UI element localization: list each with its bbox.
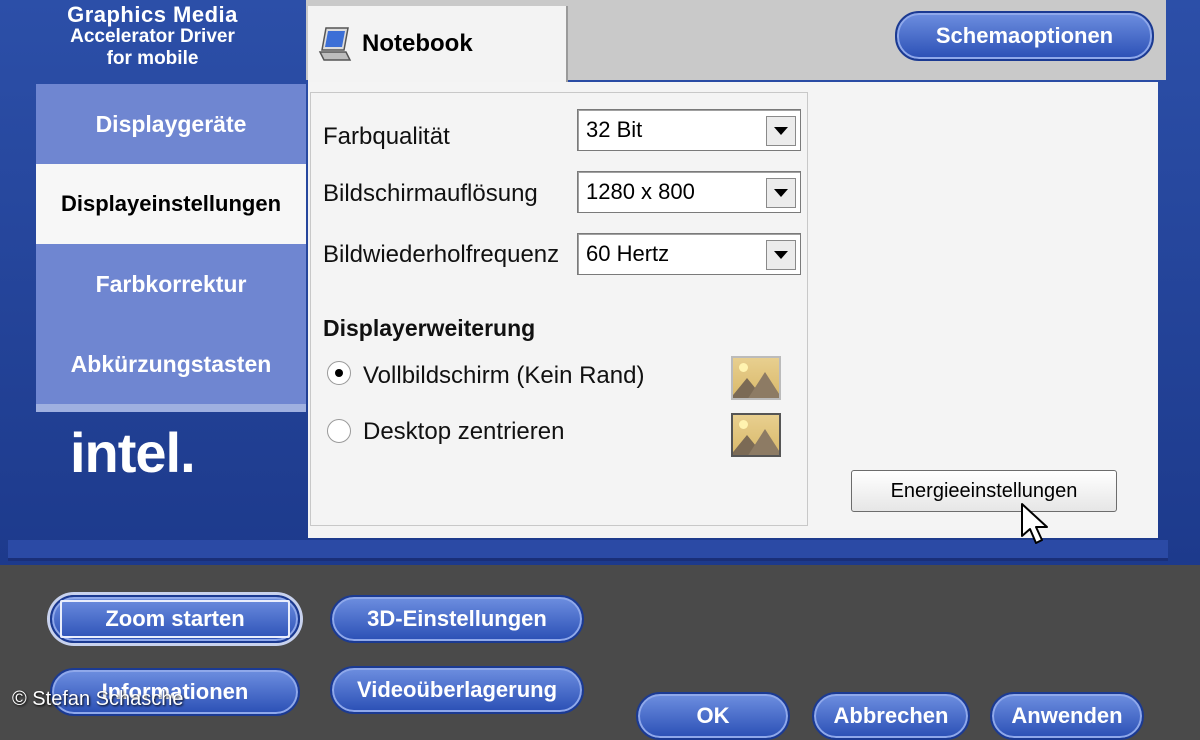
- resolution-label: Bildschirmauflösung: [323, 180, 538, 207]
- sidebar: Displaygeräte Displayeinstellungen Farbk…: [36, 84, 306, 404]
- logo-line-1: Graphics Media: [67, 2, 238, 27]
- schema-options-button[interactable]: Schemaoptionen: [895, 11, 1154, 61]
- mouse-cursor-icon: [1020, 502, 1050, 546]
- energy-settings-button[interactable]: Energieeinstellungen: [851, 470, 1117, 512]
- fullscreen-option-label[interactable]: Vollbildschirm (Kein Rand): [363, 362, 644, 390]
- resolution-select[interactable]: 1280 x 800: [577, 171, 801, 213]
- notebook-icon: [318, 26, 352, 62]
- logo-line-2: Accelerator Driver: [70, 26, 235, 47]
- sidebar-item-label: Farbkorrektur: [95, 270, 247, 297]
- sidebar-divider: [36, 404, 306, 412]
- mountain-image-icon: [731, 413, 781, 457]
- color-quality-select[interactable]: 32 Bit: [577, 109, 801, 151]
- refresh-rate-select[interactable]: 60 Hertz: [577, 233, 801, 275]
- zoom-start-label: Zoom starten: [105, 606, 245, 631]
- sidebar-item-label: Displaygeräte: [95, 110, 247, 137]
- frame-bottom-border: [8, 540, 1168, 561]
- app-logo: Graphics Media Accelerator Driver for mo…: [0, 0, 305, 82]
- copyright-watermark: © Stefan Schasche: [12, 688, 184, 710]
- apply-button[interactable]: Anwenden: [990, 692, 1144, 740]
- refresh-rate-value: 60 Hertz: [586, 241, 670, 266]
- sidebar-item-farbkorrektur[interactable]: Farbkorrektur: [36, 244, 306, 324]
- refresh-rate-label: Bildwiederholfrequenz: [323, 241, 560, 268]
- sidebar-item-abkuerzungstasten[interactable]: Abkürzungstasten: [36, 324, 306, 404]
- chevron-down-icon[interactable]: [766, 116, 796, 146]
- chevron-down-icon[interactable]: [766, 178, 796, 208]
- fullscreen-radio[interactable]: [327, 361, 351, 385]
- sidebar-item-label: Abkürzungstasten: [70, 350, 272, 377]
- intel-logo: intel.: [70, 421, 196, 484]
- 3d-settings-button[interactable]: 3D-Einstellungen: [330, 595, 584, 643]
- ok-button[interactable]: OK: [636, 692, 790, 740]
- color-quality-value: 32 Bit: [586, 117, 643, 142]
- sidebar-item-label: Displayeinstellungen: [60, 191, 282, 216]
- center-desktop-radio[interactable]: [327, 419, 351, 443]
- sidebar-item-displaygeraete[interactable]: Displaygeräte: [36, 84, 306, 164]
- cancel-button[interactable]: Abbrechen: [812, 692, 970, 740]
- zoom-start-button[interactable]: Zoom starten: [50, 595, 300, 643]
- sidebar-item-displayeinstellungen[interactable]: Displayeinstellungen: [36, 164, 306, 244]
- logo-line-3: for mobile: [106, 48, 199, 69]
- tab-label: Notebook: [362, 30, 473, 57]
- display-extension-heading: Displayerweiterung: [323, 315, 536, 341]
- video-overlay-button[interactable]: Videoüberlagerung: [330, 666, 584, 714]
- settings-group: [310, 92, 808, 526]
- chevron-down-icon[interactable]: [766, 240, 796, 270]
- center-desktop-option-label[interactable]: Desktop zentrieren: [363, 418, 564, 446]
- mountain-image-icon: [731, 356, 781, 400]
- resolution-value: 1280 x 800: [586, 179, 695, 204]
- color-quality-label: Farbqualität: [323, 123, 450, 150]
- tab-notebook[interactable]: Notebook: [308, 6, 568, 82]
